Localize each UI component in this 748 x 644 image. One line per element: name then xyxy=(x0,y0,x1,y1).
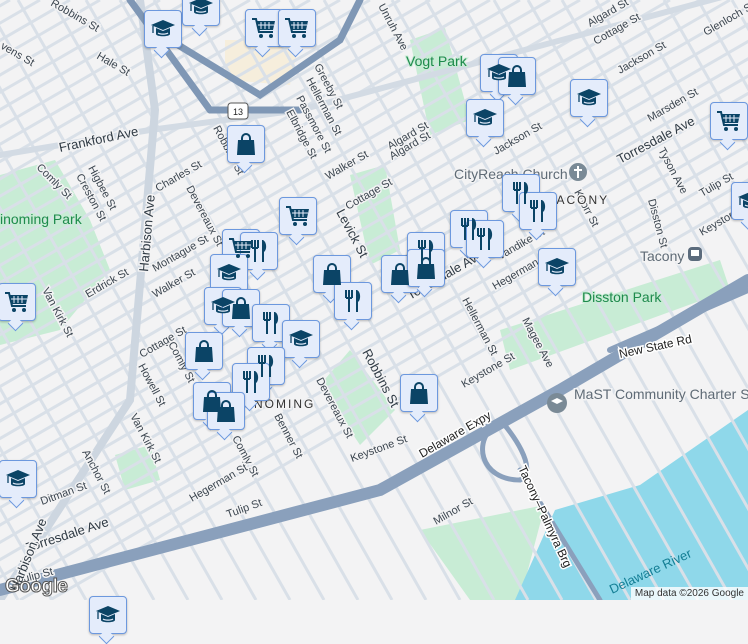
google-logo: Google xyxy=(5,576,67,598)
food-icon xyxy=(472,226,498,252)
school-marker[interactable] xyxy=(89,596,127,634)
bag-icon xyxy=(213,398,239,424)
cart-marker[interactable] xyxy=(710,102,748,140)
food-icon xyxy=(340,288,366,314)
school-marker[interactable] xyxy=(538,248,576,286)
bag-marker[interactable] xyxy=(400,374,438,412)
bag-icon xyxy=(413,255,439,281)
school-icon xyxy=(737,188,748,214)
school-icon xyxy=(544,254,570,280)
bag-icon xyxy=(504,63,530,89)
park-label: Disston Park xyxy=(582,289,662,305)
train-station-icon[interactable] xyxy=(688,247,702,261)
bag-icon xyxy=(191,338,217,364)
street-label: Disston St xyxy=(645,198,670,250)
school-poi-icon[interactable] xyxy=(547,393,567,413)
park-label: inoming Park xyxy=(0,211,83,227)
food-icon xyxy=(258,310,284,336)
bag-icon xyxy=(228,295,254,321)
station-label[interactable]: Tacony xyxy=(640,248,684,264)
bag-icon xyxy=(387,261,413,287)
cart-icon xyxy=(284,15,310,41)
route-13-shield: 13 xyxy=(228,103,248,119)
map-canvas[interactable]: 13 Robbins St Hale St vens St Frankford … xyxy=(0,0,748,600)
food-icon xyxy=(238,369,264,395)
bag-icon xyxy=(233,131,259,157)
cart-icon xyxy=(716,108,742,134)
bag-icon xyxy=(319,261,345,287)
food-marker[interactable] xyxy=(519,192,557,230)
school-icon xyxy=(216,260,242,286)
food-icon xyxy=(525,198,551,224)
park-label: Vogt Park xyxy=(406,53,468,69)
bag-marker[interactable] xyxy=(185,332,223,370)
bag-icon xyxy=(406,380,432,406)
map-attribution[interactable]: Map data ©2026 Google xyxy=(631,587,748,600)
neighborhood-label: TACONY xyxy=(548,193,609,207)
cart-icon xyxy=(4,289,30,315)
cart-marker[interactable] xyxy=(279,197,317,235)
school-icon xyxy=(150,16,176,42)
school-icon xyxy=(188,0,214,20)
cart-icon xyxy=(285,203,311,229)
street-label: Tulip St xyxy=(698,171,736,200)
street-label: Frankford Ave xyxy=(58,123,140,154)
school-icon xyxy=(576,85,602,111)
school-marker[interactable] xyxy=(282,320,320,358)
school-marker[interactable] xyxy=(182,0,220,26)
school-name: MaST Community Charter School II xyxy=(574,386,748,402)
school-marker[interactable] xyxy=(0,460,37,498)
school-marker[interactable] xyxy=(466,99,504,137)
poi-label-school[interactable]: MaST Community Charter School II xyxy=(574,386,748,402)
street-label: Harbison Ave xyxy=(136,194,158,272)
school-icon xyxy=(5,466,31,492)
bag-marker[interactable] xyxy=(227,125,265,163)
bag-marker[interactable] xyxy=(498,57,536,95)
cart-icon xyxy=(251,15,277,41)
school-icon xyxy=(288,326,314,352)
bag-marker[interactable] xyxy=(207,392,245,430)
school-icon xyxy=(472,105,498,131)
food-marker[interactable] xyxy=(334,282,372,320)
cart-marker[interactable] xyxy=(0,283,36,321)
cart-marker[interactable] xyxy=(278,9,316,47)
route-number: 13 xyxy=(233,107,243,117)
school-marker[interactable] xyxy=(731,182,748,220)
church-icon[interactable] xyxy=(569,163,587,181)
school-icon xyxy=(95,602,121,628)
food-marker[interactable] xyxy=(466,220,504,258)
school-marker[interactable] xyxy=(144,10,182,48)
food-icon xyxy=(246,238,272,264)
school-marker[interactable] xyxy=(570,79,608,117)
